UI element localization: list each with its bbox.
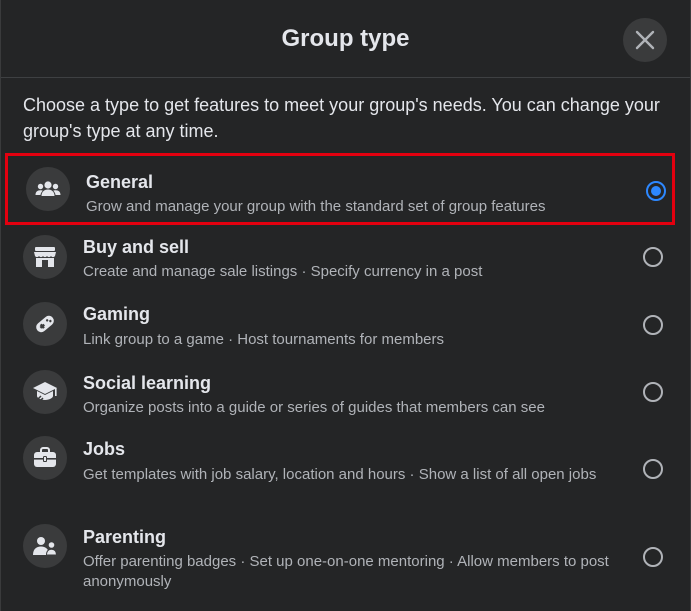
option-parenting-icon-wrap (23, 524, 67, 568)
option-buy-and-sell[interactable]: Buy and sell Create and manage sale list… (5, 228, 675, 292)
graduation-cap-icon (32, 380, 58, 404)
option-buy-and-sell-description: Create and manage sale listings · Specif… (83, 263, 483, 280)
option-general-icon-wrap (26, 167, 70, 211)
option-jobs-description: Get templates with job salary, location … (83, 466, 597, 483)
intro-text: Choose a type to get features to meet yo… (23, 95, 660, 141)
option-gaming-title: Gaming (83, 304, 151, 324)
option-gaming-icon-wrap (23, 302, 67, 346)
dialog-header: Group type (1, 0, 690, 78)
option-parenting[interactable]: Parenting Offer parenting badges · Set u… (5, 520, 675, 600)
option-jobs-radio[interactable] (643, 459, 663, 479)
option-general-title: General (86, 172, 154, 192)
option-buy-and-sell-title: Buy and sell (83, 237, 190, 257)
option-parenting-description: Offer parenting badges · Set up one-on-o… (83, 553, 609, 590)
briefcase-icon (33, 447, 57, 469)
option-social-learning-radio[interactable] (643, 382, 663, 402)
option-social-learning-icon-wrap (23, 370, 67, 414)
option-jobs-icon-wrap (23, 436, 67, 480)
option-gaming-description: Link group to a game · Host tournaments … (83, 331, 444, 348)
option-general-radio[interactable] (646, 181, 666, 201)
option-buy-and-sell-icon-wrap (23, 235, 67, 279)
option-buy-and-sell-radio[interactable] (643, 247, 663, 267)
close-icon (634, 29, 656, 51)
storefront-icon (33, 246, 57, 268)
option-parenting-title: Parenting (83, 527, 167, 547)
close-button[interactable] (623, 18, 667, 62)
option-jobs-title: Jobs (83, 439, 126, 459)
option-social-learning[interactable]: Social learning Organize posts into a gu… (5, 364, 675, 428)
dialog-title: Group type (281, 25, 410, 52)
game-controller-icon (33, 312, 57, 336)
people-group-icon (35, 179, 61, 199)
option-gaming-radio[interactable] (643, 315, 663, 335)
option-social-learning-description: Organize posts into a guide or series of… (83, 399, 545, 416)
parent-child-icon (32, 535, 58, 557)
option-general-description: Grow and manage your group with the stan… (86, 198, 546, 215)
option-parenting-radio[interactable] (643, 547, 663, 567)
option-jobs[interactable]: Jobs Get templates with job salary, loca… (5, 432, 675, 510)
group-type-dialog: Group type Choose a type to get features… (0, 0, 691, 611)
option-general[interactable]: General Grow and manage your group with … (5, 153, 675, 225)
option-social-learning-title: Social learning (83, 373, 212, 393)
option-gaming[interactable]: Gaming Link group to a game · Host tourn… (5, 296, 675, 360)
